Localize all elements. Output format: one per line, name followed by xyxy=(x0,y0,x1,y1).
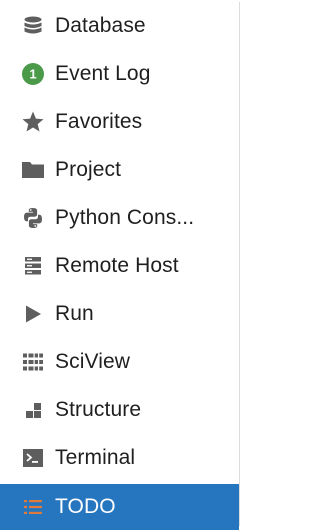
sciview-icon xyxy=(21,350,45,374)
database-icon xyxy=(21,14,45,38)
tool-window-event-log[interactable]: 1 Event Log xyxy=(0,50,239,98)
event-log-badge-count: 1 xyxy=(29,67,36,82)
tool-window-database[interactable]: Database xyxy=(0,2,239,50)
tool-window-label: Favorites xyxy=(55,110,143,133)
tool-window-list: Database 1 Event Log Favorites Project P… xyxy=(0,2,240,530)
folder-icon xyxy=(21,158,45,182)
tool-window-python-console[interactable]: Python Cons... xyxy=(0,194,239,242)
todo-icon xyxy=(21,495,45,519)
tool-window-label: Terminal xyxy=(55,446,136,469)
tool-window-favorites[interactable]: Favorites xyxy=(0,98,239,146)
terminal-icon xyxy=(21,446,45,470)
structure-icon xyxy=(21,398,45,422)
tool-window-label: Remote Host xyxy=(55,254,179,277)
tool-window-terminal[interactable]: Terminal xyxy=(0,434,239,482)
tool-window-sciview[interactable]: SciView xyxy=(0,338,239,386)
tool-window-label: Structure xyxy=(55,398,142,421)
tool-window-label: TODO xyxy=(55,495,116,518)
tool-window-project[interactable]: Project xyxy=(0,146,239,194)
event-log-badge-icon: 1 xyxy=(21,62,45,86)
tool-window-todo[interactable]: TODO xyxy=(0,484,239,530)
tool-window-run[interactable]: Run xyxy=(0,290,239,338)
tool-window-label: Event Log xyxy=(55,62,151,85)
star-icon xyxy=(21,110,45,134)
tool-window-label: Project xyxy=(55,158,122,181)
tool-window-remote-host[interactable]: Remote Host xyxy=(0,242,239,290)
run-icon xyxy=(21,302,45,326)
tool-window-label: Python Cons... xyxy=(55,206,195,229)
python-icon xyxy=(21,206,45,230)
remote-host-icon xyxy=(21,254,45,278)
tool-window-label: SciView xyxy=(55,350,131,373)
tool-window-label: Database xyxy=(55,14,146,37)
tool-window-label: Run xyxy=(55,302,94,325)
tool-window-structure[interactable]: Structure xyxy=(0,386,239,434)
